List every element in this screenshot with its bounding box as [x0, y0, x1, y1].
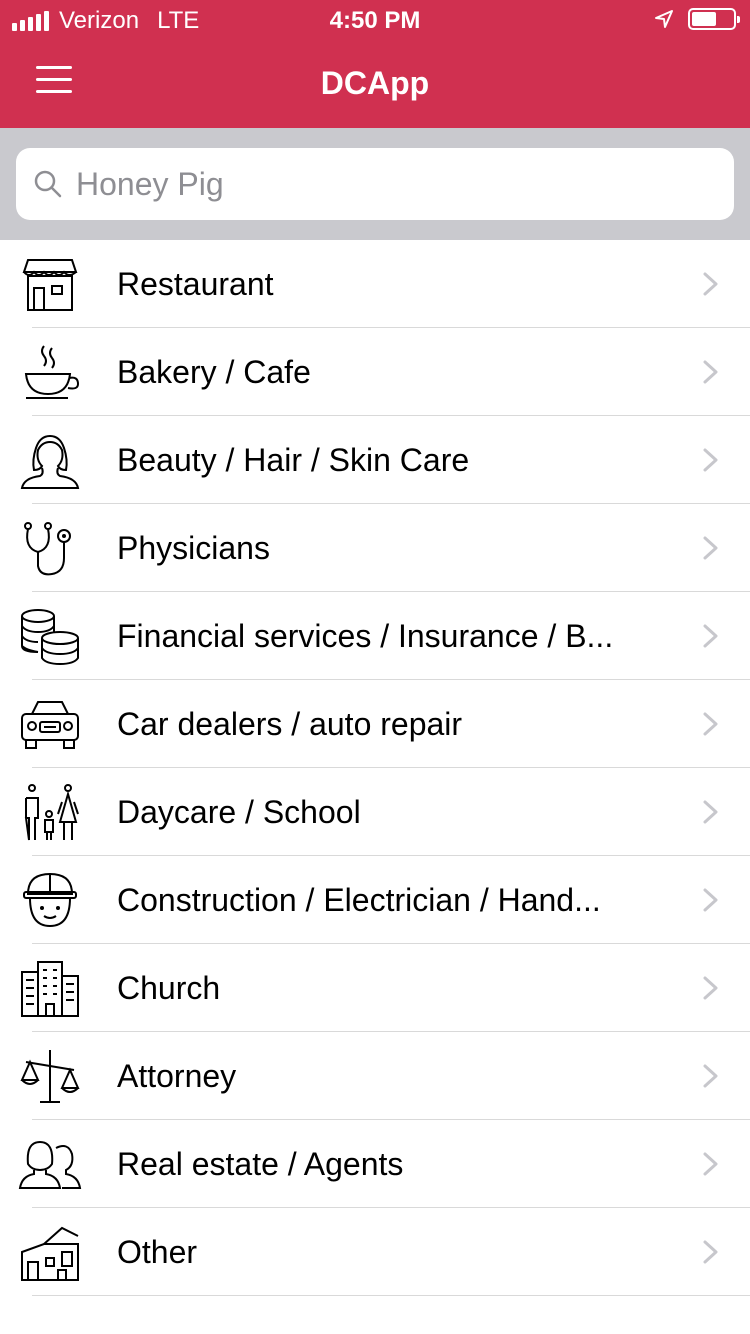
chevron-right-icon [703, 712, 718, 736]
chevron-right-icon [703, 448, 718, 472]
coin-stack-icon [18, 606, 82, 666]
list-item[interactable]: Construction / Electrician / Hand... [0, 856, 750, 944]
chevron-right-icon [703, 536, 718, 560]
chevron-right-icon [703, 360, 718, 384]
location-arrow-icon [655, 10, 673, 28]
category-label: Restaurant [117, 266, 274, 302]
storefront-icon [18, 254, 82, 314]
list-item[interactable]: Restaurant [0, 240, 750, 328]
search-icon [34, 170, 62, 198]
category-label: Attorney [117, 1058, 237, 1094]
category-label: Beauty / Hair / Skin Care [117, 442, 470, 478]
battery-icon [688, 8, 740, 30]
house-icon [18, 1222, 82, 1282]
chevron-right-icon [703, 800, 718, 824]
list-item[interactable]: Physicians [0, 504, 750, 592]
chevron-right-icon [703, 888, 718, 912]
list-item[interactable]: Beauty / Hair / Skin Care [0, 416, 750, 504]
page-title: DCApp [320, 65, 430, 101]
list-item[interactable]: Daycare / School [0, 768, 750, 856]
category-label: Church [117, 970, 221, 1006]
category-label: Daycare / School [117, 794, 361, 830]
category-label: Real estate / Agents [117, 1146, 404, 1182]
list-item[interactable]: Bakery / Cafe [0, 328, 750, 416]
category-label: Bakery / Cafe [117, 354, 311, 390]
list-item[interactable]: Attorney [0, 1032, 750, 1120]
construction-worker-icon [18, 870, 82, 930]
list-item[interactable]: Church [0, 944, 750, 1032]
list-item[interactable]: Financial services / Insurance / B... [0, 592, 750, 680]
category-list: Restaurant Bakery / Cafe Beauty / Hair / S… [0, 240, 750, 1296]
search-field[interactable] [16, 148, 734, 220]
navigation-bar: DCApp [0, 40, 750, 128]
search-bar [0, 128, 750, 240]
search-input[interactable] [76, 165, 716, 203]
chevron-right-icon [703, 1064, 718, 1088]
category-label: Construction / Electrician / Hand... [117, 882, 601, 918]
chevron-right-icon [703, 976, 718, 1000]
stethoscope-icon [18, 518, 82, 578]
status-time: 4:50 PM [329, 7, 421, 34]
category-label: Financial services / Insurance / B... [117, 618, 614, 654]
chevron-right-icon [703, 1152, 718, 1176]
list-item[interactable]: Car dealers / auto repair [0, 680, 750, 768]
buildings-icon [18, 958, 82, 1018]
agents-icon [18, 1134, 82, 1194]
category-label: Other [117, 1234, 198, 1270]
category-label: Car dealers / auto repair [117, 706, 463, 742]
coffee-cup-icon [18, 342, 82, 402]
woman-silhouette-icon [18, 430, 82, 490]
app-header: Verizon LTE 4:50 PM DCApp [0, 0, 750, 128]
list-item[interactable]: Real estate / Agents [0, 1120, 750, 1208]
status-bar: Verizon LTE 4:50 PM [0, 0, 750, 40]
car-icon [18, 694, 82, 754]
chevron-right-icon [703, 272, 718, 296]
family-icon [18, 782, 82, 842]
scales-icon [18, 1046, 82, 1106]
category-label: Physicians [117, 530, 270, 566]
chevron-right-icon [703, 624, 718, 648]
list-item[interactable]: Other [0, 1208, 750, 1296]
chevron-right-icon [703, 1240, 718, 1264]
